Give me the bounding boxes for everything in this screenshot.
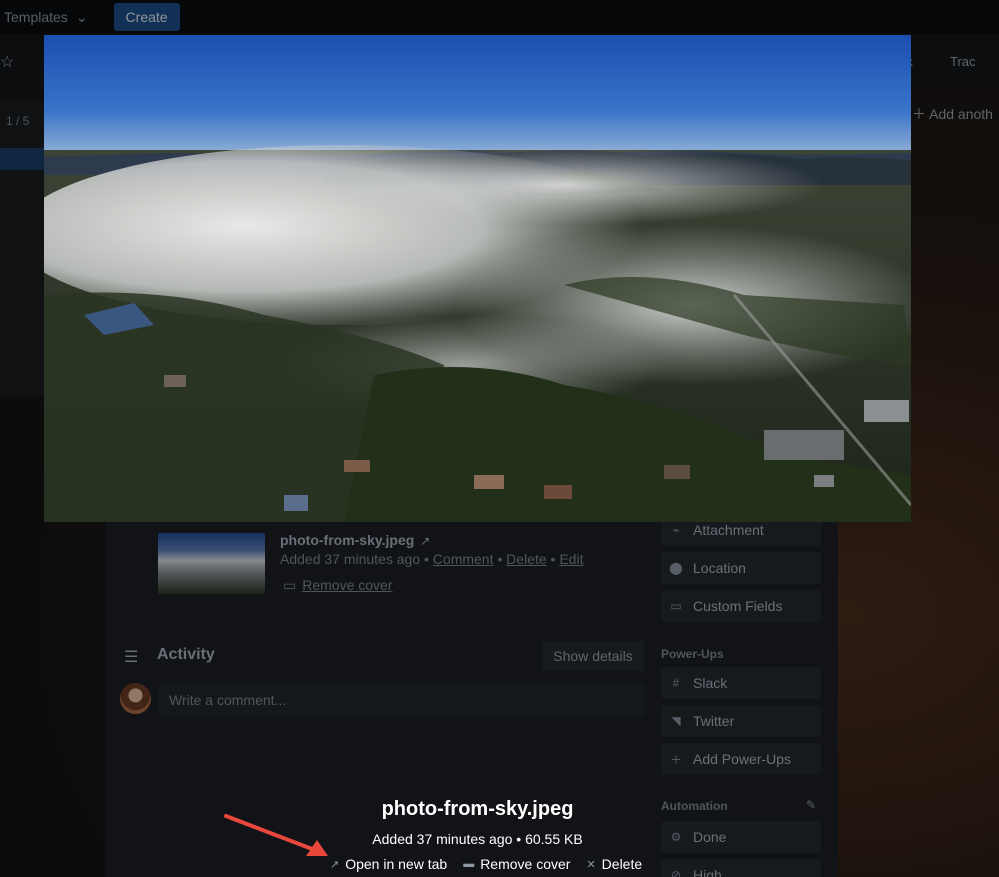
- image-preview: [44, 35, 911, 522]
- viewer-actions: ↗ Open in new tab ▬ Remove cover ✕ Delet…: [330, 856, 642, 872]
- viewer-filename: photo-from-sky.jpeg: [381, 798, 574, 820]
- close-icon: ✕: [586, 858, 596, 871]
- open-in-new-tab-label: Open in new tab: [345, 856, 448, 872]
- annotation-arrow: [224, 814, 328, 856]
- remove-cover-button[interactable]: ▬ Remove cover: [463, 856, 570, 872]
- open-in-new-tab-button[interactable]: ↗ Open in new tab: [330, 856, 447, 872]
- viewer-meta: Added 37 minutes ago • 60.55 KB: [372, 831, 583, 847]
- delete-label: Delete: [601, 856, 643, 872]
- card-cover-icon: ▬: [463, 858, 475, 870]
- delete-button[interactable]: ✕ Delete: [586, 856, 642, 872]
- remove-cover-label: Remove cover: [480, 856, 571, 872]
- board-background: Templates ⌄ Create ☆ ck Trac ＋ Add anoth…: [0, 0, 999, 877]
- aerial-fog-photo: [44, 35, 911, 522]
